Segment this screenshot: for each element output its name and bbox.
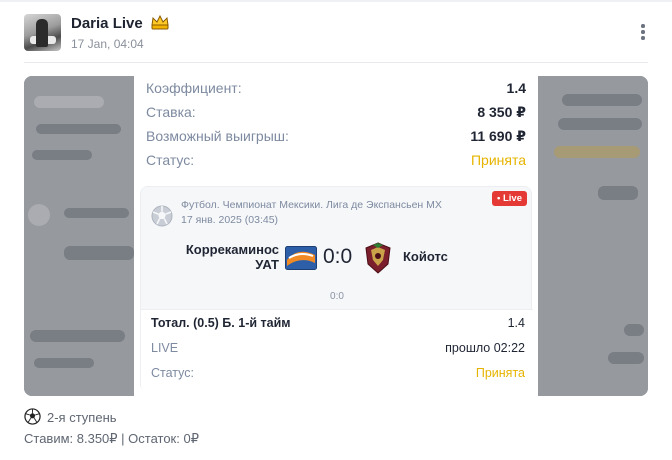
possible-win-label: Возможный выигрыш: xyxy=(146,128,289,144)
live-state-row: LIVE прошло 02:22 xyxy=(151,341,525,359)
elapsed-time: прошло 02:22 xyxy=(445,341,525,355)
status-label: Статус: xyxy=(146,152,195,168)
stake-value: 8 350 ₽ xyxy=(477,104,526,120)
coefficient-row: Коэффициент: 1.4 xyxy=(146,80,526,100)
divider xyxy=(24,62,648,63)
top-border xyxy=(0,0,672,2)
possible-win-row: Возможный выигрыш: 11 690 ₽ xyxy=(146,128,526,148)
stake-summary: Ставим: 8.350₽ | Остаток: 0₽ xyxy=(24,431,199,446)
stage-line: 2-я ступень xyxy=(24,408,117,425)
post-header: Daria Live 17 Jan, 04:04 xyxy=(24,14,654,54)
bet-ticket: Коэффициент: 1.4 Ставка: 8 350 ₽ Возможн… xyxy=(134,76,538,396)
half-time-score: 0:0 xyxy=(330,291,344,302)
stake-row: Ставка: 8 350 ₽ xyxy=(146,104,526,124)
team-logo-home xyxy=(285,246,317,270)
away-team-name: Койотс xyxy=(403,249,448,264)
stage-text: 2-я ступень xyxy=(47,410,117,425)
home-team-name: Коррекаминос УАТ xyxy=(185,242,279,272)
bet-details: Тотал. (0.5) Б. 1-й тайм 1.4 LIVE прошло… xyxy=(141,309,533,393)
status-row: Статус: Принята xyxy=(146,152,526,172)
post-date: 17 Jan, 04:04 xyxy=(71,37,144,51)
live-state-label: LIVE xyxy=(151,341,179,355)
crown-icon xyxy=(151,15,169,30)
football-icon xyxy=(151,205,173,227)
author-name-text[interactable]: Daria Live xyxy=(71,15,143,32)
league-name: Футбол. Чемпионат Мексики. Лига де Экспа… xyxy=(181,199,442,211)
market-odds: 1.4 xyxy=(507,316,525,330)
bet-status-row: Статус: Принята xyxy=(151,366,525,384)
market-row: Тотал. (0.5) Б. 1-й тайм 1.4 xyxy=(151,316,525,334)
event-date: 17 янв. 2025 (03:45) xyxy=(181,214,279,226)
possible-win-value: 11 690 ₽ xyxy=(470,128,526,144)
stake-label: Ставка: xyxy=(146,104,196,120)
live-badge: • Live xyxy=(492,191,527,206)
bet-screenshot-image[interactable]: Коэффициент: 1.4 Ставка: 8 350 ₽ Возможн… xyxy=(24,76,648,396)
blurred-right-area xyxy=(538,76,648,396)
bet-status-label: Статус: xyxy=(151,366,194,380)
blurred-left-area xyxy=(24,76,134,396)
status-value: Принята xyxy=(470,152,526,168)
coefficient-label: Коэффициент: xyxy=(146,80,242,96)
bet-status-value: Принята xyxy=(475,366,525,380)
avatar[interactable] xyxy=(24,14,61,51)
team-logo-away xyxy=(365,242,391,274)
more-vertical-icon[interactable] xyxy=(635,22,651,42)
market-label: Тотал. (0.5) Б. 1-й тайм xyxy=(151,316,291,330)
soccer-ball-icon xyxy=(24,408,41,425)
event-card[interactable]: Футбол. Чемпионат Мексики. Лига де Экспа… xyxy=(140,186,533,393)
author-name[interactable]: Daria Live xyxy=(71,15,169,32)
coefficient-value: 1.4 xyxy=(506,80,526,96)
match-score: 0:0 xyxy=(323,245,353,268)
